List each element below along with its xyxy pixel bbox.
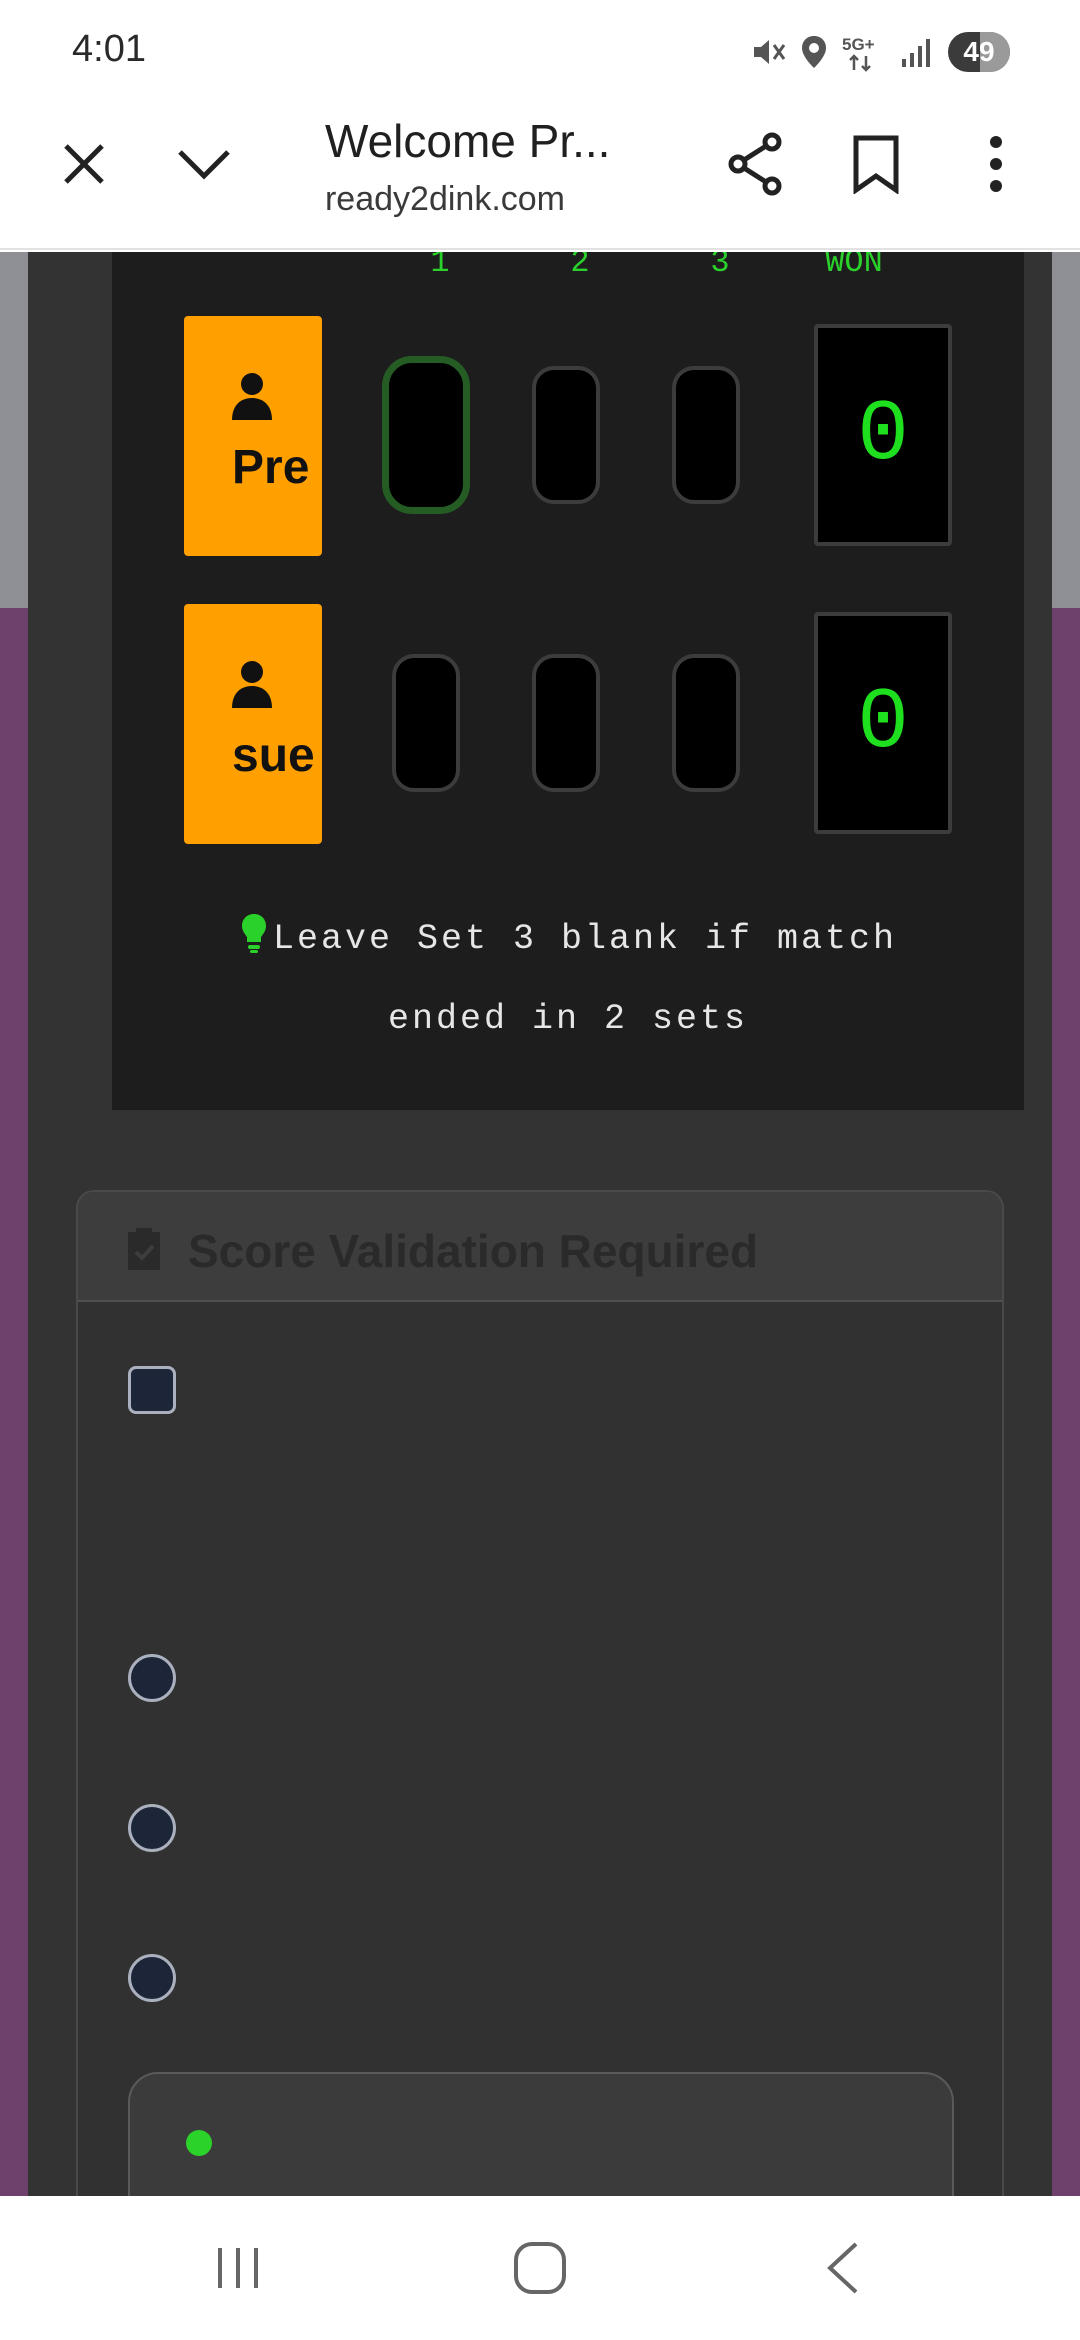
hint-line-1: Leave Set 3 blank if match — [272, 919, 898, 959]
web-content: 1 2 3 WON Pre 0 sue 0 Leave Set 3 blank … — [0, 252, 1080, 2196]
status-icons: 5G+ 49 — [750, 30, 1010, 74]
set-2-score-input[interactable] — [532, 366, 600, 504]
page-title[interactable]: Welcome Pr... — [325, 114, 610, 168]
column-label-set-3: 3 — [710, 252, 730, 281]
close-button[interactable] — [44, 124, 124, 204]
share-icon — [728, 132, 782, 196]
back-button[interactable] — [782, 2226, 902, 2310]
validation-note-card — [128, 2072, 954, 2196]
hint-text: Leave Set 3 blank if match ended in 2 se… — [112, 902, 1024, 1056]
score-card: 1 2 3 WON Pre 0 sue 0 Leave Set 3 blank … — [28, 252, 1052, 2196]
validation-radio-3[interactable] — [128, 1954, 176, 2002]
share-button[interactable] — [716, 124, 796, 204]
chevron-down-icon — [178, 150, 230, 180]
set-1-score-input[interactable] — [392, 654, 460, 792]
close-icon — [64, 144, 104, 184]
column-label-won: WON — [825, 252, 883, 281]
player-tile: Pre — [184, 316, 322, 556]
set-2-score-input[interactable] — [532, 654, 600, 792]
browser-toolbar: Welcome Pr... ready2dink.com — [0, 100, 1080, 250]
person-icon — [232, 661, 272, 708]
person-icon — [232, 373, 272, 420]
clipboard-check-icon — [124, 1224, 164, 1277]
bookmark-button[interactable] — [836, 124, 916, 204]
column-label-set-1: 1 — [430, 252, 450, 281]
set-3-score-input[interactable] — [672, 366, 740, 504]
validation-header: Score Validation Required — [78, 1192, 1002, 1302]
hint-line-2: ended in 2 sets — [387, 999, 749, 1039]
page-url[interactable]: ready2dink.com — [325, 180, 565, 219]
sets-won-display: 0 — [814, 324, 952, 546]
back-icon — [827, 2242, 858, 2294]
validation-radio-2[interactable] — [128, 1804, 176, 1852]
lightbulb-icon — [239, 908, 269, 982]
status-dot-icon — [186, 2130, 212, 2156]
sets-won-display: 0 — [814, 612, 952, 834]
player-name: Pre — [232, 441, 310, 494]
recents-icon — [218, 2248, 258, 2288]
more-icon — [990, 136, 1002, 192]
status-bar: 4:01 5G+ 49 — [0, 0, 1080, 100]
home-icon — [514, 2242, 566, 2294]
score-validation-card: Score Validation Required — [76, 1190, 1004, 2196]
system-nav-bar — [0, 2196, 1080, 2340]
more-button[interactable] — [956, 124, 1036, 204]
home-button[interactable] — [480, 2226, 600, 2310]
set-3-score-input[interactable] — [672, 654, 740, 792]
player-name: sue — [232, 729, 315, 782]
expand-button[interactable] — [164, 124, 244, 204]
player-tile: sue — [184, 604, 322, 844]
validation-title: Score Validation Required — [188, 1225, 759, 1277]
svg-text:5G+: 5G+ — [842, 35, 875, 54]
scoreboard: 1 2 3 WON Pre 0 sue 0 Leave Set 3 blank … — [112, 252, 1024, 1110]
recents-button[interactable] — [178, 2226, 298, 2310]
validation-radio-1[interactable] — [128, 1654, 176, 1702]
status-time: 4:01 — [72, 28, 146, 70]
battery-icon: 49 — [948, 32, 1010, 72]
5g-icon: 5G+ — [842, 32, 886, 72]
set-1-score-input[interactable] — [382, 356, 470, 514]
column-label-set-2: 2 — [570, 252, 590, 281]
signal-icon — [900, 35, 934, 69]
validation-checkbox[interactable] — [128, 1366, 176, 1414]
battery-level: 49 — [963, 36, 995, 67]
mute-icon — [750, 34, 786, 70]
location-icon — [800, 34, 828, 70]
bookmark-icon — [853, 135, 899, 194]
